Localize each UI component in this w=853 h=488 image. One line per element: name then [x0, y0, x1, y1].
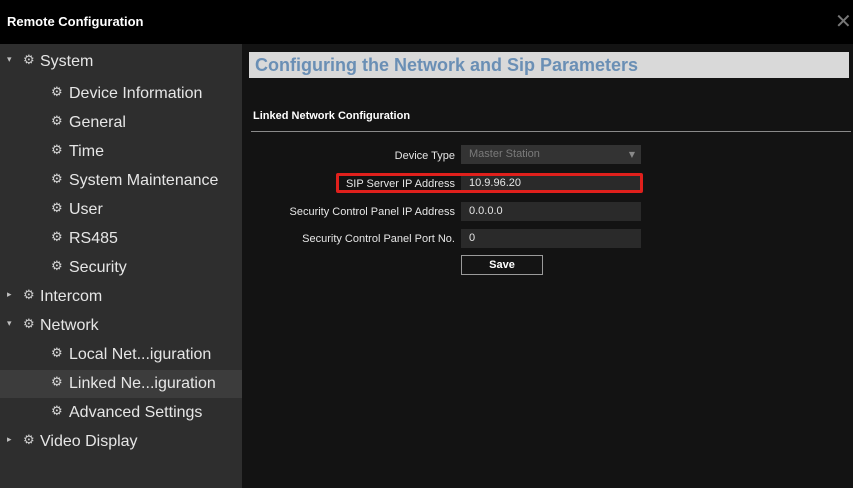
tree-item-system-maintenance[interactable]: ⚙ System Maintenance: [0, 167, 242, 195]
tree-item-advanced-settings[interactable]: ⚙ Advanced Settings: [0, 399, 242, 427]
tree-item-label: Intercom: [40, 288, 103, 305]
gear-group-icon: ⚙: [23, 317, 35, 332]
gear-icon: ⚙: [51, 230, 63, 245]
security-panel-port-label: Security Control Panel Port No.: [302, 233, 455, 245]
gear-group-icon: ⚙: [23, 433, 35, 448]
expand-arrow-icon[interactable]: ▾: [7, 55, 17, 65]
gear-icon: ⚙: [51, 143, 63, 158]
gear-icon: ⚙: [51, 259, 63, 274]
tree-item-label: User: [69, 201, 103, 218]
expand-arrow-icon[interactable]: ▾: [7, 319, 17, 329]
gear-icon: ⚙: [51, 85, 63, 100]
gear-group-icon: ⚙: [23, 288, 35, 303]
device-type-value: Master Station: [469, 148, 540, 160]
tree-item-general[interactable]: ⚙ General: [0, 109, 242, 137]
tree-item-label: Advanced Settings: [69, 404, 203, 421]
tree-item-label: Device Information: [69, 85, 203, 102]
security-panel-port-input[interactable]: [461, 229, 641, 248]
configuration-panel: Configuring the Network and Sip Paramete…: [242, 44, 853, 488]
tree-item-label: System: [40, 53, 94, 70]
sub-section-title: Linked Network Configuration: [253, 110, 411, 122]
gear-icon: ⚙: [51, 404, 63, 419]
section-title: Configuring the Network and Sip Paramete…: [249, 52, 849, 78]
tree-item-time[interactable]: ⚙ Time: [0, 138, 242, 166]
collapsed-arrow-icon[interactable]: ▸: [7, 435, 17, 445]
chevron-down-icon: ▼: [628, 150, 635, 159]
divider: [251, 131, 851, 132]
tree-item-linked-network-configuration[interactable]: ⚙ Linked Ne...iguration: [0, 370, 242, 398]
tree-item-label: Local Net...iguration: [69, 346, 212, 363]
title-bar: Remote Configuration ✕: [0, 0, 853, 44]
gear-icon: ⚙: [51, 375, 63, 390]
tree-item-user[interactable]: ⚙ User: [0, 196, 242, 224]
tree-item-label: System Maintenance: [69, 172, 219, 189]
tree-item-label: RS485: [69, 230, 118, 247]
tree-item-label: Linked Ne...iguration: [69, 375, 216, 392]
close-icon[interactable]: ✕: [835, 10, 853, 32]
gear-icon: ⚙: [51, 114, 63, 129]
device-type-select[interactable]: Master Station ▼: [461, 145, 641, 164]
tree-group-system[interactable]: ▾ ⚙ System: [0, 48, 242, 76]
tree-item-label: Time: [69, 143, 104, 160]
gear-icon: ⚙: [51, 201, 63, 216]
navigation-tree: ▾ ⚙ System ⚙ Device Information ⚙ Genera…: [0, 44, 242, 488]
tree-item-local-network-configuration[interactable]: ⚙ Local Net...iguration: [0, 341, 242, 369]
tree-item-security[interactable]: ⚙ Security: [0, 254, 242, 282]
highlight-annotation: [336, 173, 643, 193]
tree-item-device-information[interactable]: ⚙ Device Information: [0, 80, 242, 108]
gear-group-icon: ⚙: [23, 53, 35, 68]
tree-item-label: Video Display: [40, 433, 138, 450]
tree-item-label: General: [69, 114, 126, 131]
remote-configuration-window: Remote Configuration ✕ ▾ ⚙ System ⚙ Devi…: [0, 0, 853, 488]
save-button[interactable]: Save: [461, 255, 543, 275]
tree-item-label: Network: [40, 317, 99, 334]
gear-icon: ⚙: [51, 346, 63, 361]
device-type-label: Device Type: [394, 150, 455, 162]
gear-icon: ⚙: [51, 172, 63, 187]
tree-group-network[interactable]: ▾ ⚙ Network: [0, 312, 242, 340]
collapsed-arrow-icon[interactable]: ▸: [7, 290, 17, 300]
tree-group-intercom[interactable]: ▸ ⚙ Intercom: [0, 283, 242, 311]
tree-item-label: Security: [69, 259, 127, 276]
window-title: Remote Configuration: [7, 14, 144, 29]
security-panel-ip-input[interactable]: [461, 202, 641, 221]
security-panel-ip-label: Security Control Panel IP Address: [289, 206, 456, 218]
tree-item-rs485[interactable]: ⚙ RS485: [0, 225, 242, 253]
tree-group-video-display[interactable]: ▸ ⚙ Video Display: [0, 428, 242, 456]
